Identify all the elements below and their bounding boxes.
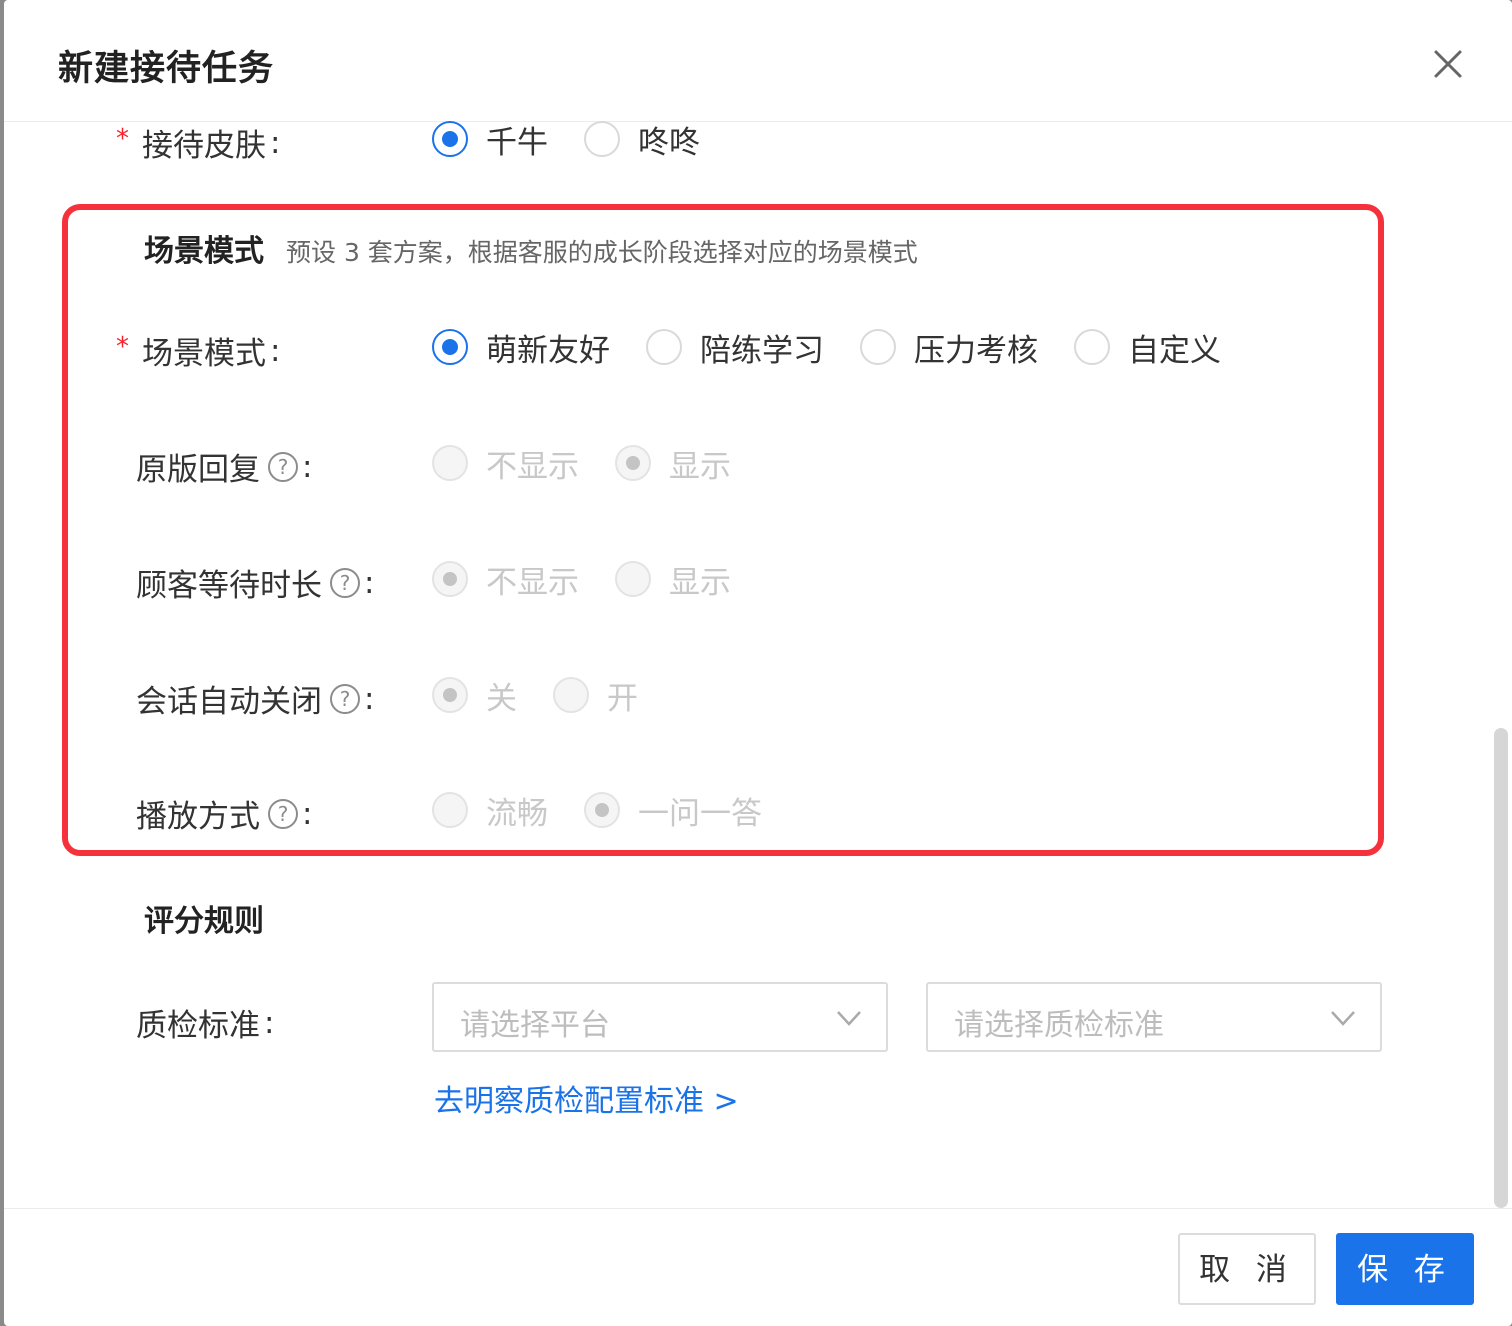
radio-label: 一问一答 [638,795,762,832]
radio-label: 陪练学习 [700,332,824,369]
radio-label: 显示 [669,448,731,485]
scrollbar[interactable] [1494,728,1508,1208]
required-mark: * [116,332,129,362]
radio-option-dongdong[interactable]: 咚咚 [584,114,700,164]
auto-close-radio-group: 关 开 [432,670,674,720]
scoring-section-title: 评分规则 [144,904,264,939]
wait-time-row: 顾客等待时长 ? : 不显示 显示 [4,554,1404,604]
radio-disabled-checked-icon[interactable] [584,792,620,828]
save-button[interactable]: 保 存 [1336,1233,1474,1305]
scene-mode-radio-group: 萌新友好 陪练学习 压力考核 自定义 [432,322,1257,372]
radio-checked-icon[interactable] [432,121,468,157]
radio-option-show[interactable]: 显示 [615,554,731,604]
radio-disabled-icon[interactable] [432,792,468,828]
radio-option-on[interactable]: 开 [553,670,638,720]
radio-option-pressure-test[interactable]: 压力考核 [860,322,1038,372]
help-icon[interactable]: ? [330,567,360,598]
scene-mode-label: 场景模式: [142,332,281,373]
skin-label: 接待皮肤: [142,124,281,165]
platform-select-placeholder: 请选择平台 [460,1008,610,1043]
radio-option-qianniu[interactable]: 千牛 [432,114,548,164]
help-icon[interactable]: ? [268,451,298,482]
radio-option-newbie-friendly[interactable]: 萌新友好 [432,322,610,372]
qc-standard-label: 质检标准: [136,1004,275,1045]
radio-label: 显示 [669,564,731,601]
original-reply-row: 原版回复 ? : 不显示 显示 [4,438,1404,488]
required-mark: * [116,124,129,154]
modal-title: 新建接待任务 [58,49,275,89]
radio-option-qa[interactable]: 一问一答 [584,785,762,835]
radio-label: 不显示 [486,448,579,485]
help-icon[interactable]: ? [330,683,360,714]
radio-disabled-checked-icon[interactable] [615,445,651,481]
create-task-modal: 新建接待任务 * 接待皮肤: 千牛 咚咚 场景模式 预设 3 套方案，根据客服的… [4,0,1512,1326]
scene-mode-row: * 场景模式: 萌新友好 陪练学习 压力考核 自定义 [4,322,1404,372]
scene-section-title: 场景模式 预设 3 套方案，根据客服的成长阶段选择对应的场景模式 [144,234,918,269]
radio-unchecked-icon[interactable] [646,329,682,365]
radio-option-smooth[interactable]: 流畅 [432,785,548,835]
radio-label: 咚咚 [638,124,700,161]
playback-row: 播放方式 ? : 流畅 一问一答 [4,785,1404,835]
scene-section-description: 预设 3 套方案，根据客服的成长阶段选择对应的场景模式 [286,238,918,267]
chevron-down-icon [1328,1006,1358,1030]
auto-close-row: 会话自动关闭 ? : 关 开 [4,670,1404,720]
radio-label: 关 [486,680,517,717]
radio-option-hide[interactable]: 不显示 [432,438,579,488]
radio-label: 压力考核 [914,332,1038,369]
radio-label: 千牛 [486,124,548,161]
radio-unchecked-icon[interactable] [1074,329,1110,365]
radio-disabled-checked-icon[interactable] [432,561,468,597]
wait-time-radio-group: 不显示 显示 [432,554,767,604]
qc-standard-select-placeholder: 请选择质检标准 [954,1008,1164,1043]
close-icon[interactable] [1428,44,1468,84]
radio-option-off[interactable]: 关 [432,670,517,720]
auto-close-label: 会话自动关闭 ? : [136,680,375,721]
help-icon[interactable]: ? [268,798,298,829]
highlight-annotation-box [62,204,1384,856]
radio-label: 自定义 [1128,332,1221,369]
radio-option-hide[interactable]: 不显示 [432,554,579,604]
radio-unchecked-icon[interactable] [860,329,896,365]
skin-row: * 接待皮肤: 千牛 咚咚 [4,114,1404,164]
modal-footer: 取 消 保 存 [4,1208,1512,1326]
radio-disabled-checked-icon[interactable] [432,677,468,713]
radio-option-practice[interactable]: 陪练学习 [646,322,824,372]
radio-label: 萌新友好 [486,332,610,369]
wait-time-label: 顾客等待时长 ? : [136,564,375,605]
radio-disabled-icon[interactable] [615,561,651,597]
radio-checked-icon[interactable] [432,329,468,365]
skin-radio-group: 千牛 咚咚 [432,114,736,164]
radio-disabled-icon[interactable] [553,677,589,713]
radio-option-custom[interactable]: 自定义 [1074,322,1221,372]
platform-select[interactable]: 请选择平台 [432,982,888,1052]
playback-label: 播放方式 ? : [136,795,313,836]
original-reply-radio-group: 不显示 显示 [432,438,767,488]
radio-label: 不显示 [486,564,579,601]
qc-config-link[interactable]: 去明察质检配置标准 > [434,1076,739,1120]
radio-unchecked-icon[interactable] [584,121,620,157]
chevron-down-icon [834,1006,864,1030]
modal-header: 新建接待任务 [4,0,1512,122]
radio-disabled-icon[interactable] [432,445,468,481]
radio-label: 开 [607,680,638,717]
qc-standard-select[interactable]: 请选择质检标准 [926,982,1382,1052]
original-reply-label: 原版回复 ? : [136,448,313,489]
radio-option-show[interactable]: 显示 [615,438,731,488]
radio-label: 流畅 [486,795,548,832]
cancel-button[interactable]: 取 消 [1178,1233,1316,1305]
playback-radio-group: 流畅 一问一答 [432,785,798,835]
